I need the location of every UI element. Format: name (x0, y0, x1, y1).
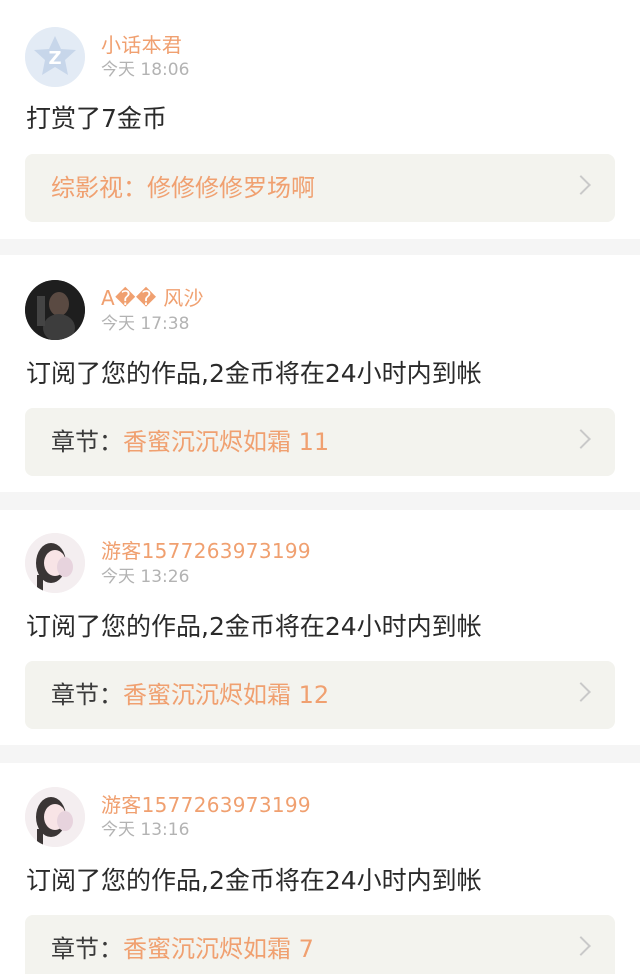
notification-feed: Z 小话本君 今天 18:06 打赏了7金币 综影视：修修修修罗场啊 A�� 风… (0, 0, 640, 974)
girl-avatar-icon (25, 533, 85, 593)
chapter-title: 香蜜沉沉烬如霜 12 (123, 681, 330, 709)
chapter-title: 香蜜沉沉烬如霜 11 (123, 428, 330, 456)
work-link[interactable]: 综影视：修修修修罗场啊 (25, 154, 615, 222)
chapter-link[interactable]: 章节：香蜜沉沉烬如霜 11 (25, 408, 615, 476)
username[interactable]: 小话本君 (101, 33, 182, 57)
chapter-prefix: 章节： (51, 681, 123, 709)
timestamp: 今天 13:26 (101, 567, 190, 587)
chapter-prefix: 章节： (51, 935, 123, 963)
photo-avatar-icon (25, 280, 85, 340)
message-text: 订阅了您的作品,2金币将在24小时内到帐 (26, 359, 482, 388)
avatar[interactable] (25, 533, 85, 593)
message-text: 打赏了7金币 (26, 104, 167, 133)
chevron-right-icon (571, 682, 591, 702)
work-prefix: 综影视： (51, 174, 147, 202)
message-text: 订阅了您的作品,2金币将在24小时内到帐 (26, 612, 482, 641)
girl-avatar-icon (25, 787, 85, 847)
chapter-link[interactable]: 章节：香蜜沉沉烬如霜 12 (25, 661, 615, 729)
svg-text:Z: Z (48, 48, 61, 69)
timestamp: 今天 17:38 (101, 314, 190, 334)
timestamp: 今天 13:16 (101, 820, 190, 840)
username[interactable]: 游客1577263973199 (101, 539, 311, 563)
username[interactable]: 游客1577263973199 (101, 793, 311, 817)
chapter-title: 香蜜沉沉烬如霜 7 (123, 935, 314, 963)
avatar[interactable] (25, 280, 85, 340)
avatar[interactable] (25, 787, 85, 847)
chevron-right-icon (571, 429, 591, 449)
q-logo-icon: Z (25, 27, 85, 87)
chevron-right-icon (571, 175, 591, 195)
work-title: 修修修修罗场啊 (147, 174, 315, 202)
timestamp: 今天 18:06 (101, 60, 190, 80)
chapter-link[interactable]: 章节：香蜜沉沉烬如霜 7 (25, 915, 615, 974)
message-text: 订阅了您的作品,2金币将在24小时内到帐 (26, 866, 482, 895)
username[interactable]: A�� 风沙 (101, 286, 204, 310)
chevron-right-icon (571, 936, 591, 956)
chapter-prefix: 章节： (51, 428, 123, 456)
avatar[interactable]: Z (25, 27, 85, 87)
